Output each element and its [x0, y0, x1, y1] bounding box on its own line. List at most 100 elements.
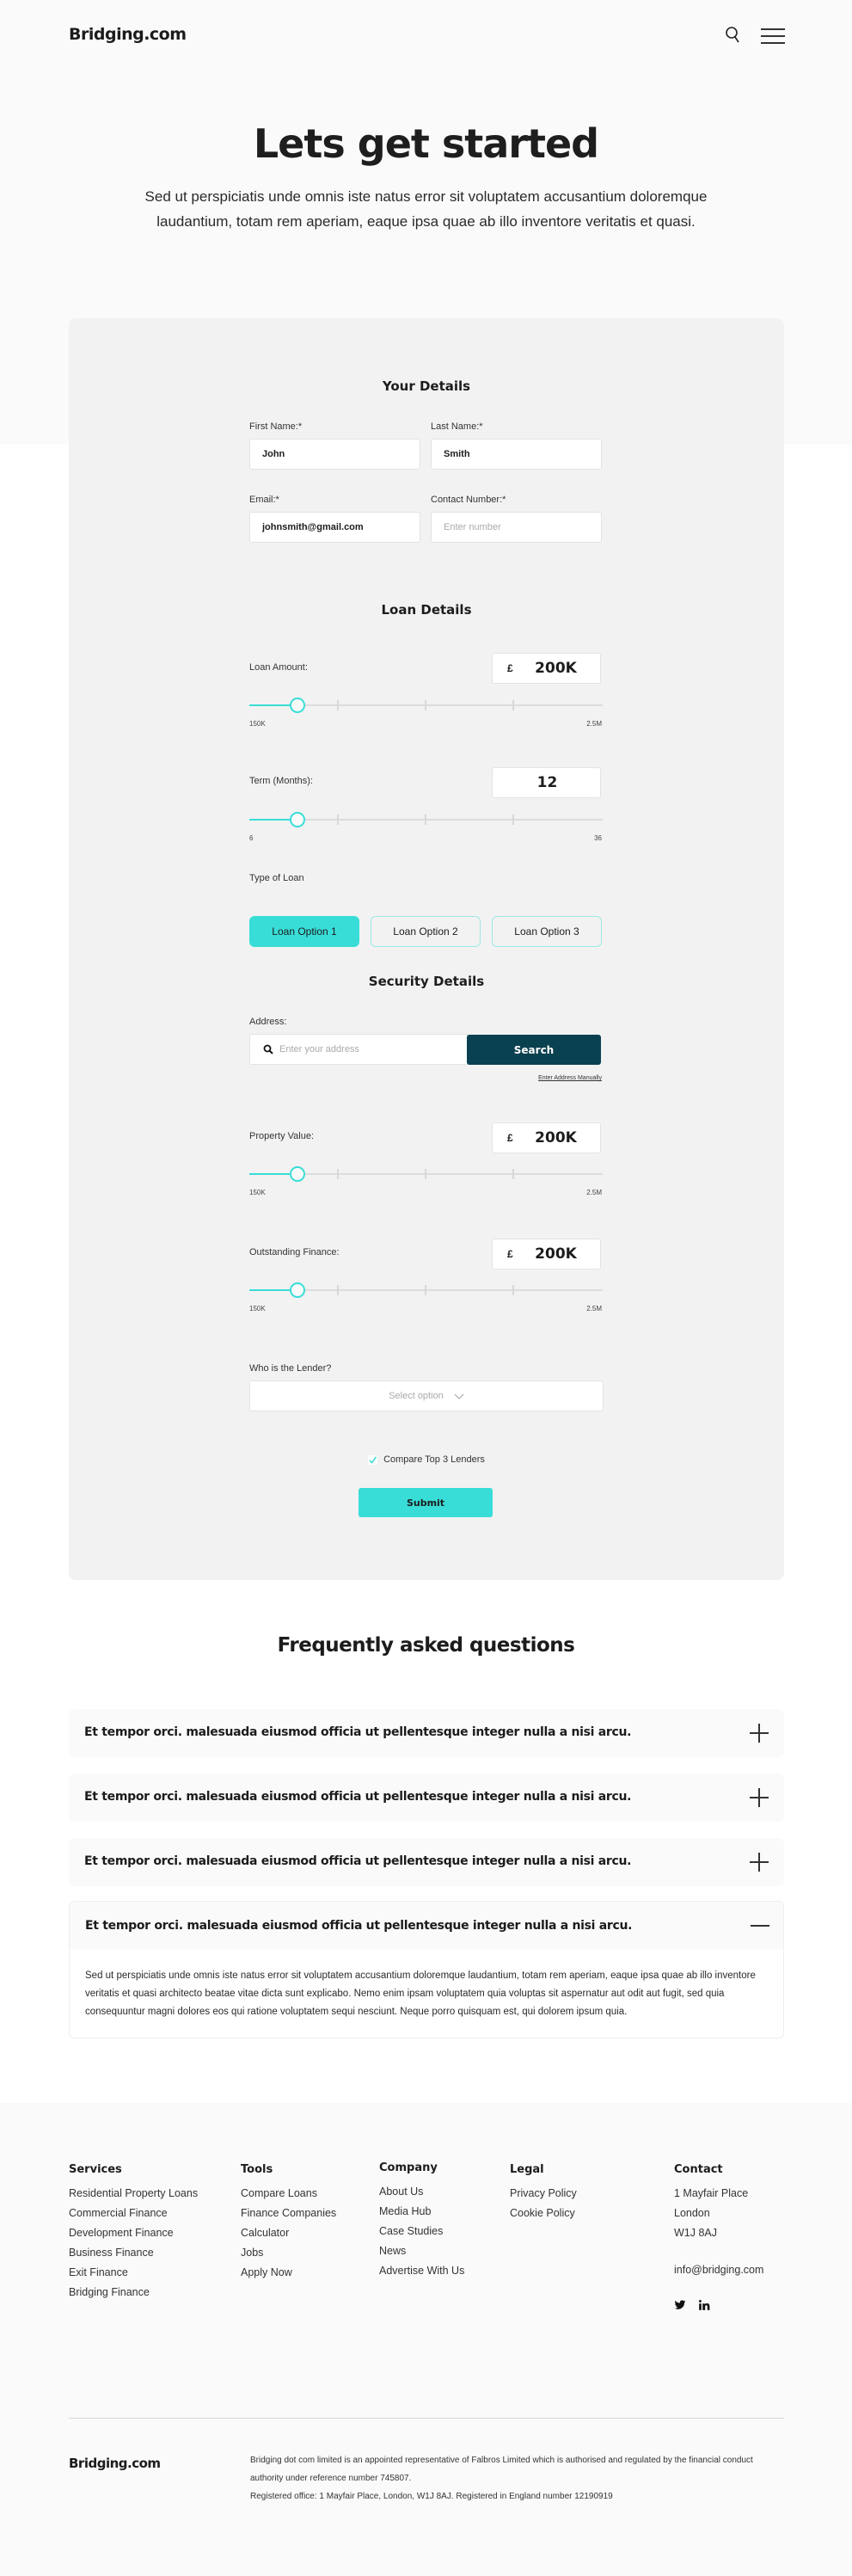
compare-lenders-checkbox[interactable] [368, 1454, 378, 1465]
lender-select-placeholder: Select option [389, 1391, 444, 1401]
footer-link[interactable]: Privacy Policy [510, 2184, 577, 2204]
outstanding-finance-value: 200K [535, 1245, 577, 1263]
slider-tick [512, 1169, 514, 1179]
hamburger-line [761, 35, 785, 37]
footer-link[interactable]: Calculator [241, 2223, 336, 2243]
footer-legal-column: Legal Privacy Policy Cookie Policy [510, 2163, 577, 2223]
slider-thumb[interactable] [290, 812, 306, 827]
contact-email-link[interactable]: info@bridging.com [674, 2260, 763, 2280]
plus-icon[interactable] [750, 1788, 769, 1807]
loan-option-1[interactable]: Loan Option 1 [249, 916, 359, 947]
page-title: Lets get started [253, 120, 599, 167]
slider-tick [337, 1285, 339, 1295]
slider-tick [337, 815, 339, 825]
faq-item[interactable]: Et tempor orci. malesuada eiusmod offici… [69, 1838, 784, 1886]
footer-link[interactable]: About Us [379, 2182, 464, 2202]
slider-tick [337, 1169, 339, 1179]
slider-tick [425, 1169, 426, 1179]
linkedin-icon[interactable] [698, 2299, 710, 2311]
plus-icon[interactable] [750, 1853, 769, 1872]
footer-link[interactable]: Media Hub [379, 2202, 464, 2222]
outstanding-finance-input[interactable]: £ 200K [492, 1239, 601, 1270]
minus-icon[interactable] [751, 1916, 769, 1935]
footer-link[interactable]: News [379, 2241, 464, 2261]
slider-max-label: 36 [594, 834, 602, 842]
hero-subtitle: Sed ut perspiciatis unde omnis iste natu… [144, 188, 708, 230]
loan-option-2[interactable]: Loan Option 2 [371, 916, 481, 947]
faq-heading: Frequently asked questions [277, 1634, 575, 1657]
twitter-icon[interactable] [674, 2299, 686, 2311]
email-label: Email:* [249, 495, 279, 505]
footer-column-title: Company [379, 2161, 438, 2174]
lender-select[interactable]: Select option [249, 1380, 604, 1411]
contact-number-label: Contact Number:* [431, 495, 506, 505]
loan-amount-slider[interactable] [249, 697, 603, 714]
footer-logo[interactable]: Bridging.com [69, 2456, 161, 2471]
outstanding-finance-label: Outstanding Finance: [249, 1247, 340, 1257]
contact-number-field[interactable]: Enter number [431, 512, 602, 543]
menu-button[interactable] [761, 26, 785, 45]
slider-max-label: 2.5M [586, 1305, 602, 1313]
footer-link[interactable]: Apply Now [241, 2263, 336, 2283]
faq-answer: Sed ut perspiciatis unde omnis iste natu… [85, 1970, 756, 2017]
enter-address-manually-link[interactable]: Enter Address Manually [533, 1075, 602, 1081]
footer-link[interactable]: Development Finance [69, 2223, 198, 2243]
first-name-field[interactable]: John [249, 439, 420, 470]
footer-link[interactable]: Jobs [241, 2243, 336, 2263]
footer-link[interactable]: Commercial Finance [69, 2204, 198, 2223]
slider-thumb[interactable] [290, 1166, 306, 1182]
faq-item-expanded[interactable]: Et tempor orci. malesuada eiusmod offici… [69, 1901, 784, 2038]
term-label: Term (Months): [249, 776, 313, 786]
slider-tick [425, 1285, 426, 1295]
term-input[interactable]: 12 [492, 767, 601, 798]
social-links [674, 2299, 710, 2311]
address-input[interactable]: Enter your address [249, 1034, 468, 1065]
plus-icon[interactable] [750, 1724, 769, 1743]
legal-text-registered-office: Registered office: 1 Mayfair Place, Lond… [250, 2492, 613, 2501]
footer-link[interactable]: Business Finance [69, 2243, 198, 2263]
faq-item[interactable]: Et tempor orci. malesuada eiusmod offici… [69, 1774, 784, 1822]
chevron-down-icon [454, 1393, 464, 1399]
slider-tick [337, 700, 339, 710]
site-logo[interactable]: Bridging.com [69, 25, 187, 44]
slider-min-label: 6 [249, 834, 254, 842]
footer-link[interactable]: Finance Companies [241, 2204, 336, 2223]
loan-option-3[interactable]: Loan Option 3 [492, 916, 602, 947]
last-name-field[interactable]: Smith [431, 439, 602, 470]
your-details-heading: Your Details [382, 378, 471, 394]
faq-question: Et tempor orci. malesuada eiusmod offici… [84, 1854, 632, 1868]
footer-link[interactable]: Exit Finance [69, 2263, 198, 2283]
footer-link[interactable]: Advertise With Us [379, 2261, 464, 2281]
footer-link[interactable]: Cookie Policy [510, 2204, 577, 2223]
submit-button[interactable]: Submit [359, 1488, 493, 1517]
slider-thumb[interactable] [290, 1282, 306, 1298]
property-value-slider[interactable] [249, 1165, 603, 1183]
slider-max-label: 2.5M [586, 1189, 602, 1196]
footer-legal-text: Bridging dot com limited is an appointed… [250, 2451, 783, 2505]
search-button[interactable] [725, 26, 742, 45]
footer-link[interactable]: Compare Loans [241, 2184, 336, 2204]
footer-link[interactable]: Residential Property Loans [69, 2184, 198, 2204]
contact-address-line: W1J 8AJ [674, 2227, 718, 2239]
email-field[interactable]: johnsmith@gmail.com [249, 512, 420, 543]
faq-item[interactable]: Et tempor orci. malesuada eiusmod offici… [69, 1709, 784, 1757]
loan-amount-input[interactable]: £ 200K [492, 653, 601, 684]
outstanding-finance-slider[interactable] [249, 1282, 603, 1299]
footer-company-column: Company About Us Media Hub Case Studies … [379, 2161, 464, 2281]
property-value-input[interactable]: £ 200K [492, 1122, 601, 1153]
legal-text-authorisation: Bridging dot com limited is an appointed… [250, 2456, 753, 2483]
footer-divider [69, 2418, 784, 2419]
address-search-button[interactable]: Search [467, 1035, 601, 1065]
footer-link[interactable]: Bridging Finance [69, 2283, 198, 2302]
contact-address-line: 1 Mayfair Place [674, 2187, 749, 2199]
address-placeholder: Enter your address [279, 1044, 359, 1054]
term-slider[interactable] [249, 811, 603, 828]
slider-tick [512, 1285, 514, 1295]
slider-tick [425, 815, 426, 825]
term-value: 12 [536, 774, 558, 791]
footer-link[interactable]: Case Studies [379, 2222, 464, 2241]
slider-thumb[interactable] [290, 698, 306, 713]
faq-item-header[interactable]: Et tempor orci. malesuada eiusmod offici… [70, 1902, 783, 1950]
footer-tools-column: Tools Compare Loans Finance Companies Ca… [241, 2163, 336, 2283]
slider-tick [512, 815, 514, 825]
